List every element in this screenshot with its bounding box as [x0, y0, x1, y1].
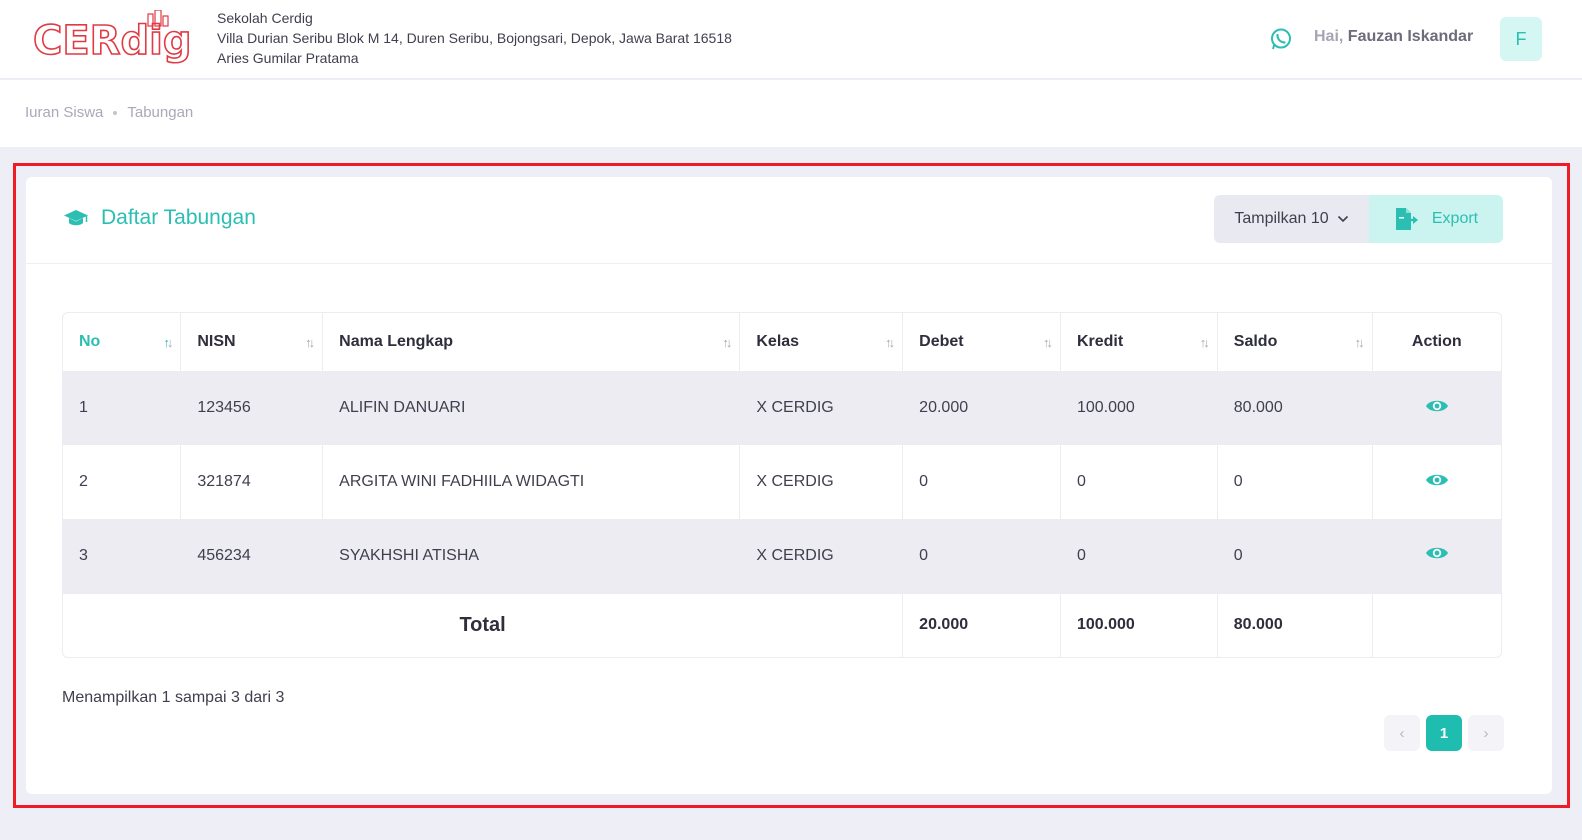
breadcrumb-item-iuran-siswa[interactable]: Iuran Siswa	[25, 104, 103, 121]
breadcrumb-bar: Iuran Siswa Tabungan	[0, 80, 1582, 147]
school-person: Aries Gumilar Pratama	[217, 50, 359, 66]
cerdig-logo[interactable]: CERdig	[33, 10, 201, 70]
whatsapp-icon[interactable]	[1269, 27, 1293, 51]
highlight-frame	[13, 163, 1570, 808]
user-greeting[interactable]: Hai, Fauzan Iskandar	[1314, 28, 1473, 46]
school-info: Sekolah Cerdig Villa Durian Seribu Blok …	[217, 8, 732, 68]
greeting-prefix: Hai,	[1314, 28, 1344, 45]
school-address: Villa Durian Seribu Blok M 14, Duren Ser…	[217, 30, 732, 46]
top-header: CERdig Sekolah Cerdig Villa Durian Serib…	[0, 0, 1582, 79]
breadcrumb-separator	[113, 110, 118, 115]
breadcrumb: Iuran Siswa Tabungan	[25, 104, 193, 121]
avatar[interactable]: F	[1500, 17, 1542, 61]
breadcrumb-item-tabungan: Tabungan	[127, 104, 194, 121]
user-name: Fauzan Iskandar	[1347, 28, 1474, 45]
school-name: Sekolah Cerdig	[217, 10, 313, 26]
